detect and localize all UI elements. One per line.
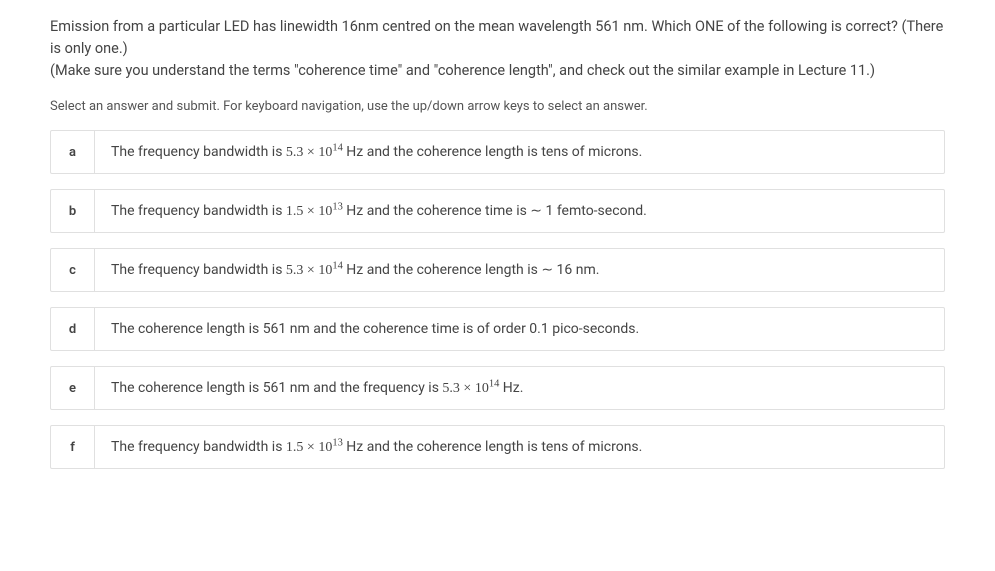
option-key: b	[51, 190, 95, 232]
option-e[interactable]: e The coherence length is 561 nm and the…	[50, 366, 945, 410]
option-text-before: The frequency bandwidth is	[111, 203, 286, 219]
option-key: a	[51, 131, 95, 173]
option-a[interactable]: a The frequency bandwidth is 5.3 × 1014 …	[50, 130, 945, 174]
option-text-before: The frequency bandwidth is	[111, 262, 286, 278]
option-text-before: The frequency bandwidth is	[111, 144, 286, 160]
option-text: The coherence length is 561 nm and the f…	[95, 367, 944, 409]
option-key: d	[51, 308, 95, 350]
option-math: 1.5 × 1013	[286, 204, 343, 219]
option-math: 1.5 × 1013	[286, 440, 343, 455]
option-math: 5.3 × 1014	[286, 145, 343, 160]
option-text-before: The coherence length is 561 nm and the f…	[111, 380, 442, 396]
option-text: The coherence length is 561 nm and the c…	[95, 308, 944, 350]
option-c[interactable]: c The frequency bandwidth is 5.3 × 1014 …	[50, 248, 945, 292]
option-f[interactable]: f The frequency bandwidth is 1.5 × 1013 …	[50, 425, 945, 469]
option-key: f	[51, 426, 95, 468]
option-text: The frequency bandwidth is 1.5 × 1013 Hz…	[95, 190, 944, 232]
option-b[interactable]: b The frequency bandwidth is 1.5 × 1013 …	[50, 189, 945, 233]
option-text-after: Hz and the coherence length is ∼ 16 nm.	[343, 262, 600, 278]
question-text: Emission from a particular LED has linew…	[50, 16, 945, 81]
option-text-after: Hz.	[499, 380, 523, 396]
instruction-text: Select an answer and submit. For keyboar…	[50, 99, 945, 114]
question-line2: (Make sure you understand the terms "coh…	[50, 62, 875, 79]
option-text-before: The frequency bandwidth is	[111, 439, 286, 455]
option-text-before: The coherence length is 561 nm and the c…	[111, 321, 639, 337]
option-text-after: Hz and the coherence time is ∼ 1 femto-s…	[343, 203, 647, 219]
options-container: a The frequency bandwidth is 5.3 × 1014 …	[50, 130, 945, 469]
option-text-after: Hz and the coherence length is tens of m…	[343, 439, 643, 455]
option-key: c	[51, 249, 95, 291]
option-text: The frequency bandwidth is 1.5 × 1013 Hz…	[95, 426, 944, 468]
question-line1: Emission from a particular LED has linew…	[50, 18, 943, 57]
option-text: The frequency bandwidth is 5.3 × 1014 Hz…	[95, 131, 944, 173]
option-d[interactable]: d The coherence length is 561 nm and the…	[50, 307, 945, 351]
option-math: 5.3 × 1014	[286, 263, 343, 278]
option-key: e	[51, 367, 95, 409]
option-math: 5.3 × 1014	[442, 381, 499, 396]
option-text: The frequency bandwidth is 5.3 × 1014 Hz…	[95, 249, 944, 291]
option-text-after: Hz and the coherence length is tens of m…	[343, 144, 643, 160]
